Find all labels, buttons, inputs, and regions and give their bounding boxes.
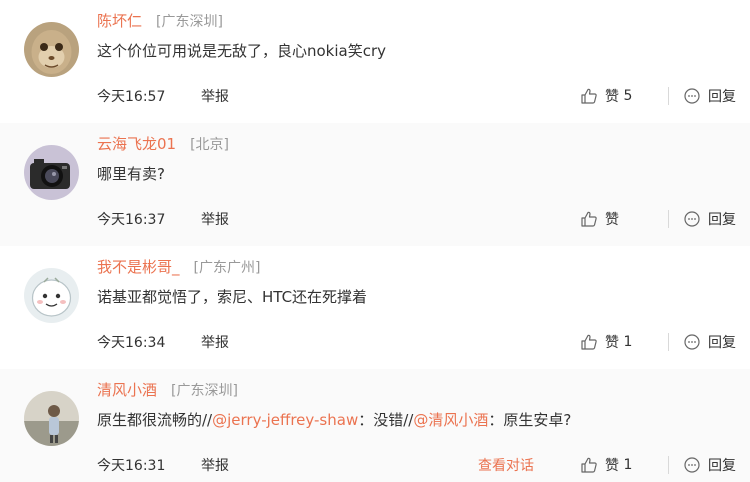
mention-link[interactable]: @jerry-jeffrey-shaw	[212, 411, 358, 429]
divider	[668, 456, 669, 474]
reply-label: 回复	[708, 89, 736, 105]
divider	[668, 333, 669, 351]
monkey-avatar-icon	[24, 22, 79, 77]
like-label: 赞	[605, 335, 619, 351]
report-link[interactable]: 举报	[201, 458, 229, 474]
comment-text: 这个价位可用说是无敌了，良心nokia笑cry	[97, 42, 387, 60]
mention-link[interactable]: @清风小酒	[413, 411, 488, 429]
comment-text: 原生都很流畅的//@jerry-jeffrey-shaw：没错//@清风小酒：原…	[97, 409, 571, 431]
comment-item: 清风小酒 [广东深圳] 原生都很流畅的//@jerry-jeffrey-shaw：…	[0, 369, 750, 482]
view-conversation-link[interactable]: 查看对话	[478, 455, 534, 475]
location-tag: [广东广州]	[193, 260, 261, 276]
avatar[interactable]	[24, 391, 79, 446]
reply-label: 回复	[708, 212, 736, 228]
comment-text: 哪里有卖?	[97, 165, 165, 183]
timestamp: 今天16:37	[97, 212, 166, 228]
avatar[interactable]	[24, 268, 79, 323]
photo-avatar-icon	[24, 391, 79, 446]
username[interactable]: 我不是彬哥_	[97, 258, 180, 276]
username[interactable]: 清风小酒	[97, 381, 157, 399]
thumbs-up-icon	[581, 88, 597, 104]
like-button[interactable]: 赞 1	[580, 455, 654, 475]
username[interactable]: 云海飞龙01	[97, 135, 176, 153]
comment-item: 陈坏仁 [广东深圳] 这个价位可用说是无敌了，良心nokia笑cry 今天16:5…	[0, 0, 750, 124]
location-tag: [广东深圳]	[171, 383, 238, 399]
text-segment: ：没错//	[358, 411, 414, 429]
divider	[668, 210, 669, 228]
username[interactable]: 陈坏仁	[97, 12, 142, 30]
avatar[interactable]	[24, 22, 79, 77]
reply-label: 回复	[708, 458, 736, 474]
like-count: 5	[623, 88, 633, 104]
like-label: 赞	[605, 89, 619, 105]
divider	[668, 87, 669, 105]
like-count: 1	[623, 457, 633, 473]
like-label: 赞	[605, 212, 619, 228]
camera-avatar-icon	[24, 145, 79, 200]
reply-button[interactable]: 回复	[683, 86, 736, 106]
comment-item: 我不是彬哥_ [广东广州] 诺基亚都觉悟了，索尼、HTC还在死撑着 今天16:34…	[0, 246, 750, 370]
text-segment: ：原生安卓?	[488, 411, 572, 429]
location-tag: [广东深圳]	[156, 14, 223, 30]
thumbs-up-icon	[581, 457, 597, 473]
speech-bubble-icon	[684, 334, 700, 350]
comment-list: 陈坏仁 [广东深圳] 这个价位可用说是无敌了，良心nokia笑cry 今天16:5…	[0, 0, 750, 482]
like-label: 赞	[605, 458, 619, 474]
reply-label: 回复	[708, 335, 736, 351]
speech-bubble-icon	[684, 457, 700, 473]
text-segment: 原生都很流畅的//	[97, 411, 213, 429]
like-button[interactable]: 赞	[580, 209, 654, 229]
timestamp: 今天16:31	[97, 458, 166, 474]
report-link[interactable]: 举报	[201, 89, 229, 105]
timestamp: 今天16:57	[97, 89, 166, 105]
like-count: 1	[623, 334, 633, 350]
timestamp: 今天16:34	[97, 335, 166, 351]
location-tag: [北京]	[190, 137, 230, 153]
avatar[interactable]	[24, 145, 79, 200]
speech-bubble-icon	[684, 211, 700, 227]
cartoon-avatar-icon	[24, 268, 79, 323]
report-link[interactable]: 举报	[201, 212, 229, 228]
report-link[interactable]: 举报	[201, 335, 229, 351]
thumbs-up-icon	[581, 334, 597, 350]
reply-button[interactable]: 回复	[683, 332, 736, 352]
like-button[interactable]: 赞 1	[580, 332, 654, 352]
reply-button[interactable]: 回复	[683, 455, 736, 475]
reply-button[interactable]: 回复	[683, 209, 736, 229]
like-button[interactable]: 赞 5	[580, 86, 654, 106]
comment-text: 诺基亚都觉悟了，索尼、HTC还在死撑着	[97, 288, 368, 306]
comment-item: 云海飞龙01 [北京] 哪里有卖? 今天16:37 举报 赞 回复	[0, 123, 750, 247]
speech-bubble-icon	[684, 88, 700, 104]
thumbs-up-icon	[581, 211, 597, 227]
